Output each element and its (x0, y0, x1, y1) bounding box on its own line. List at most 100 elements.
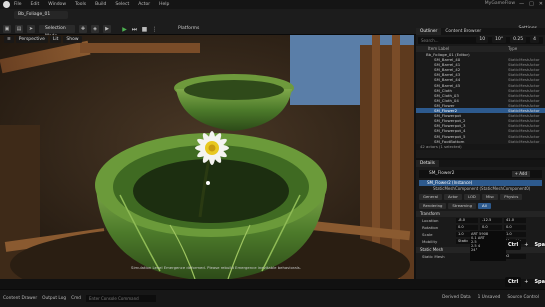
details-tabs: Details (416, 160, 545, 167)
stop-icon[interactable]: ■ (141, 26, 148, 33)
outliner-row[interactable]: SM_FootBottom StaticMeshActor (416, 139, 545, 144)
property-value-field[interactable]: -12.5 (480, 218, 502, 223)
tab-outliner[interactable]: Outliner (416, 28, 442, 35)
skip-icon[interactable]: ⏭ (131, 26, 138, 33)
property-row: Location -8.0 -12.5 41.0 (416, 217, 545, 224)
content-drawer-button[interactable]: Content Drawer (3, 296, 37, 301)
add-component-button[interactable]: + Add (511, 171, 530, 177)
component-static-mesh[interactable]: StaticMeshComponent (StaticMeshComponent… (419, 186, 542, 192)
derived-data-button[interactable]: Derived Data (442, 295, 470, 300)
details-filter-tabs: General Actor LOD Misc Physics Rendering… (419, 194, 542, 209)
source-control-button[interactable]: Source Control (507, 295, 539, 300)
key-space: Space (534, 279, 545, 285)
play-controls: ▶ ⏭ ■ ⋮ (121, 26, 158, 33)
title-bar: File Edit Window Tools Build Select Acto… (0, 0, 545, 9)
grid-snap-value[interactable]: 10 (476, 36, 489, 43)
static-mesh-prop-label: Static Mesh (422, 254, 445, 259)
property-value-field[interactable]: 1.0 (504, 232, 526, 237)
menu-item-select[interactable]: Select (115, 2, 129, 7)
menu-item-help[interactable]: Help (159, 2, 169, 7)
rotation-snap-value[interactable]: 10° (492, 36, 507, 43)
popup-line: 24° (471, 248, 478, 252)
property-label: Location (422, 218, 439, 223)
key-ctrl: Ctrl (505, 240, 522, 250)
property-value-field[interactable]: 0.0 (504, 225, 526, 230)
menu-item-tools[interactable]: Tools (75, 2, 86, 7)
property-row: Rotation 0.0 0.0 0.0 (416, 224, 545, 231)
viewport-scene (0, 35, 414, 279)
console-command-input[interactable]: Enter Console Command (85, 295, 156, 302)
menu-item-file[interactable]: File (14, 2, 22, 7)
scale-snap-value[interactable]: 0.25 (510, 36, 527, 43)
output-log-button[interactable]: Output Log (42, 296, 66, 301)
filter-general[interactable]: General (419, 194, 442, 200)
maximize-icon[interactable]: □ (529, 1, 534, 7)
close-icon[interactable]: ✕ (539, 1, 543, 7)
filter-all[interactable]: All (478, 203, 491, 209)
unreal-logo-icon[interactable] (3, 1, 10, 8)
minimize-icon[interactable]: — (519, 1, 524, 7)
select-mode-icon[interactable]: ➤ (27, 25, 35, 33)
cinematics-icon[interactable]: ▶ (103, 25, 111, 33)
filter-rendering[interactable]: Rendering (419, 202, 447, 209)
play-icon[interactable]: ▶ (121, 26, 128, 33)
perspective-button[interactable]: Perspective (15, 36, 48, 43)
filter-misc[interactable]: Misc (481, 194, 499, 200)
filter-physics[interactable]: Physics (500, 194, 523, 200)
outliner-tabs: Outliner Content Browser (416, 28, 545, 35)
keycast-overlay-bottom: Ctrl + Space (505, 277, 545, 287)
level-tab[interactable]: Bb_Foliage_01 (14, 11, 68, 19)
component-tree: SM_Flower2 (Instance) StaticMeshComponen… (419, 180, 542, 192)
outliner-footer: 42 actors (1 selected) (416, 143, 545, 150)
filter-lod[interactable]: LOD (463, 194, 480, 200)
property-value-field[interactable]: -8.0 (456, 218, 478, 223)
viewport-snap-controls: 10 10° 0.25 4 (476, 35, 541, 43)
outliner-list: Bb_Foliage_01 (Editor) SM_Barrel_40 Static… (416, 52, 545, 144)
menu-item-build[interactable]: Build (95, 2, 106, 7)
project-title: MyGameFlow (484, 1, 515, 6)
more-options-icon[interactable]: ⋮ (151, 26, 158, 33)
column-item-label[interactable]: Item Label (428, 46, 449, 51)
cmd-dropdown[interactable]: Cmd (71, 296, 81, 301)
key-plus: + (524, 242, 529, 248)
property-label: Mobility (422, 239, 438, 244)
property-value-field[interactable]: 41.0 (504, 218, 526, 223)
window-controls: — □ ✕ (519, 1, 543, 7)
toolbar-left: ▣ ▤ ➤ Selection Mode ✚ ◈ ▶ (3, 24, 111, 39)
blueprint-icon[interactable]: ◈ (91, 25, 99, 33)
property-value-field[interactable]: 0.0 (456, 225, 478, 230)
menu-item-actor[interactable]: Actor (138, 2, 150, 7)
key-plus: + (524, 279, 529, 285)
keycast-overlay-top: Ctrl + Space (505, 240, 545, 250)
level-viewport[interactable] (0, 35, 414, 279)
selection-mode-dropdown[interactable]: Selection Mode (39, 25, 75, 39)
menu-item-window[interactable]: Window (48, 2, 66, 7)
status-bar: Content Drawer Output Log Cmd Enter Cons… (0, 289, 545, 307)
property-value-field[interactable]: 0.0 (480, 225, 502, 230)
show-button[interactable]: Show (63, 36, 82, 43)
folder-icon[interactable]: ▤ (15, 25, 23, 33)
filter-streaming[interactable]: Streaming (448, 203, 476, 209)
filter-actor[interactable]: Actor (443, 194, 462, 200)
outliner-panel: Outliner Content Browser Search... Item … (416, 28, 545, 158)
viewport-menu-icon[interactable]: ≡ (4, 36, 14, 43)
tab-details[interactable]: Details (416, 160, 439, 167)
measurement-popup: ART 5908 0.1 ART 2.5 2.5 4 24° (470, 231, 506, 261)
viewport-warning-text: Simulation Level Emergence deformed. Ple… (131, 265, 301, 270)
save-icon[interactable]: ▣ (3, 25, 11, 33)
outliner-row-type: StaticMeshActor (508, 138, 540, 144)
status-left: Content Drawer Output Log Cmd Enter Cons… (3, 295, 156, 302)
viewport-toolbar: ≡ Perspective Lit Show (0, 35, 414, 43)
actor-name-text: SM_Flower2 (429, 171, 455, 176)
lit-button[interactable]: Lit (49, 36, 62, 43)
tab-content-browser[interactable]: Content Browser (441, 28, 485, 35)
camera-speed-value[interactable]: 4 (530, 36, 539, 43)
property-label: Rotation (422, 225, 439, 230)
property-label: Scale (422, 232, 433, 237)
menu-item-edit[interactable]: Edit (31, 2, 40, 7)
outliner-row-label: SM_FootBottom (434, 138, 465, 144)
add-actor-icon[interactable]: ✚ (79, 25, 87, 33)
platforms-button[interactable]: Platforms (178, 26, 199, 31)
actor-name-field[interactable]: SM_Flower2 + Add (419, 170, 542, 178)
unsaved-button[interactable]: 1 Unsaved (478, 295, 501, 300)
